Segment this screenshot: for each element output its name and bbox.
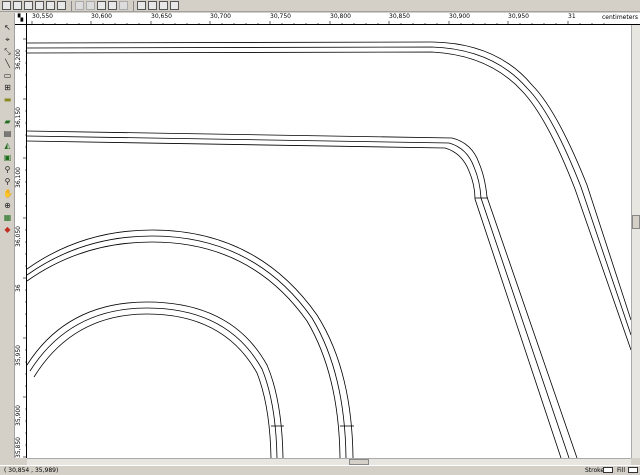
track-path (33, 313, 272, 458)
magnify-icon[interactable]: ⊕ (3, 201, 12, 210)
ruler-origin-corner[interactable]: ▚ (15, 13, 27, 25)
fill-swatch[interactable] (628, 467, 638, 473)
ruler-label: 36,150 (15, 107, 22, 128)
ruler-label: 36,200 (15, 49, 22, 70)
toolbox: ↖ ⌖ ⤡ ╲ ▭ ⊞ ▬ ▰ ▤ ◭ ▣ ⚲ ⚲ ✋ ⊕ ▦ ◆ (0, 13, 15, 458)
color-tool-icon[interactable]: ◆ (3, 225, 12, 234)
paste-icon[interactable] (97, 1, 106, 10)
measure-tool-icon[interactable]: ▬ (3, 95, 12, 104)
ruler-label: 30,750 (270, 13, 291, 20)
print-preview-icon[interactable] (46, 1, 55, 10)
ruler-label: 35,850 (15, 437, 22, 458)
ruler-label: 31 (568, 13, 576, 20)
toolbar-separator (133, 0, 134, 11)
zoom-tool-icon[interactable]: ⚲ (3, 165, 12, 174)
vertical-ruler: 36,200 36,150 36,100 36,050 36 35,950 35… (15, 25, 27, 458)
track-path (27, 130, 578, 458)
track-path (27, 135, 570, 458)
undo-icon[interactable] (108, 1, 117, 10)
grid-tool-icon[interactable]: ⊞ (3, 83, 12, 92)
rectangle-tool-icon[interactable]: ▭ (3, 71, 12, 80)
track-path (29, 307, 278, 458)
horizontal-scrollbar[interactable] (27, 458, 631, 465)
track-path (27, 229, 354, 458)
vertical-scroll-thumb[interactable] (632, 215, 640, 229)
zoom-out-tool-icon[interactable]: ⚲ (3, 177, 12, 186)
layer-tool-icon[interactable]: ▰ (3, 117, 12, 126)
ruler-label: 30,650 (151, 13, 172, 20)
ruler-label: 30,900 (449, 13, 470, 20)
ruler-label: 36,050 (15, 226, 22, 247)
track-path (27, 140, 562, 458)
track-drawing[interactable] (27, 25, 631, 458)
transform-tool-icon[interactable]: ⤡ (3, 47, 12, 56)
ruler-label: 30,950 (508, 13, 529, 20)
vertical-scrollbar[interactable] (631, 25, 640, 458)
open-icon[interactable] (13, 1, 22, 10)
image-tool-icon[interactable]: ▣ (3, 153, 12, 162)
save-icon[interactable] (24, 1, 33, 10)
stroke-swatch[interactable] (603, 467, 613, 473)
node-edit-tool-icon[interactable]: ⌖ (3, 35, 12, 44)
track-path (27, 301, 284, 458)
toolbar-separator (71, 0, 72, 11)
zoom-out-icon[interactable] (159, 1, 168, 10)
copy-icon[interactable] (86, 1, 95, 10)
track-path (27, 41, 631, 321)
help-icon[interactable] (170, 1, 179, 10)
ruler-label: 30,700 (210, 13, 231, 20)
ruler-label: 35,900 (15, 405, 22, 426)
track-path (27, 46, 631, 336)
ruler-label: 36 (15, 284, 22, 292)
ruler-label: 36,100 (15, 167, 22, 188)
zoom-in-icon[interactable] (148, 1, 157, 10)
ruler-units: centimeters (602, 14, 638, 21)
new-icon[interactable] (2, 1, 11, 10)
drawing-canvas[interactable] (27, 25, 631, 458)
cut-icon[interactable] (75, 1, 84, 10)
pan-hand-icon[interactable]: ✋ (3, 189, 13, 198)
snap-tool-icon[interactable]: ▦ (3, 213, 12, 222)
main-toolbar (0, 0, 640, 12)
ruler-label: 35,950 (15, 345, 22, 366)
ruler-label: 30,550 (32, 13, 53, 20)
track-path (27, 235, 347, 458)
print-icon[interactable] (57, 1, 66, 10)
ruler-label: 30,600 (91, 13, 112, 20)
track-path (27, 241, 341, 458)
ruler-label: 30,850 (389, 13, 410, 20)
status-bar: ( 30,854 , 35,989) Stroke Fill (0, 465, 640, 474)
save-all-icon[interactable] (35, 1, 44, 10)
select-tool-icon[interactable]: ↖ (3, 23, 12, 32)
page-tool-icon[interactable]: ▤ (3, 129, 12, 138)
ruler-label: 30,800 (330, 13, 351, 20)
line-tool-icon[interactable]: ╲ (3, 59, 12, 68)
track-path (27, 51, 631, 351)
horizontal-ruler: 30,550 30,600 30,650 30,700 30,750 30,80… (27, 13, 640, 25)
zoom-page-icon[interactable] (137, 1, 146, 10)
fill-tool-icon[interactable]: ◭ (3, 141, 12, 150)
redo-icon[interactable] (119, 1, 128, 10)
